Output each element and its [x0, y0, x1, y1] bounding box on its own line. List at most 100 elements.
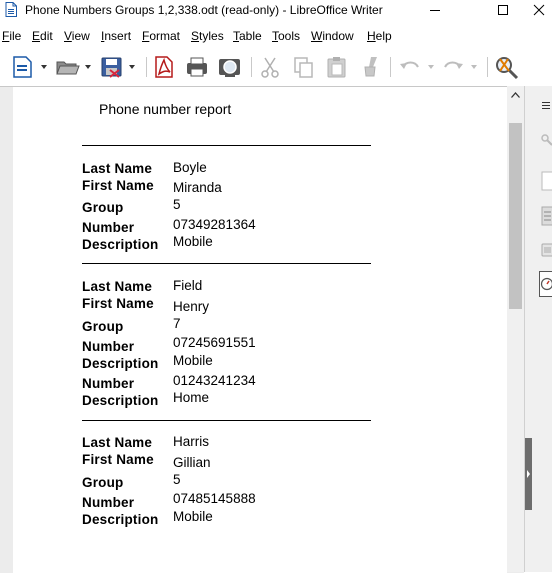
- cut-icon: [258, 54, 284, 80]
- standard-toolbar: [0, 50, 552, 84]
- copy-button[interactable]: [291, 54, 317, 80]
- number-label: Number: [82, 220, 134, 235]
- first-name-value: Henry: [173, 299, 209, 314]
- paste-icon: [324, 54, 350, 80]
- redo-icon: [441, 54, 481, 80]
- menu-help[interactable]: Help: [367, 29, 392, 43]
- window-title: Phone Numbers Groups 1,2,338.odt (read-o…: [25, 3, 383, 17]
- first-name-value: Miranda: [173, 180, 222, 195]
- menu-table[interactable]: Table: [233, 29, 262, 43]
- number-value: 01243241234: [173, 373, 256, 388]
- description-value: Mobile: [173, 353, 213, 368]
- undo-icon: [397, 54, 437, 80]
- scroll-up-arrow-icon[interactable]: [511, 92, 520, 98]
- print-icon: [184, 54, 210, 80]
- sidebar-menu-icon[interactable]: [541, 100, 551, 110]
- first-name-label: First Name: [82, 178, 154, 193]
- sidebar-deck: [524, 86, 552, 572]
- group-label: Group: [82, 475, 124, 490]
- group-value: 5: [173, 472, 181, 487]
- export-pdf-button[interactable]: [152, 54, 176, 80]
- document-page[interactable]: Phone number report Last Name Boyle Firs…: [13, 87, 507, 573]
- number-label: Number: [82, 495, 134, 510]
- menu-window[interactable]: Window: [311, 29, 354, 43]
- menu-bar: File Edit View Insert Format Styles Tabl…: [0, 26, 552, 46]
- gallery-icon[interactable]: [541, 242, 552, 258]
- sidebar-collapse-handle[interactable]: [525, 438, 532, 510]
- scrollbar-thumb[interactable]: [509, 123, 522, 309]
- toolbar-separator: [146, 57, 147, 77]
- new-document-button[interactable]: [10, 54, 50, 80]
- navigator-icon[interactable]: [539, 271, 552, 297]
- export-pdf-icon: [152, 54, 176, 80]
- paste-button[interactable]: [324, 54, 350, 80]
- writer-document-icon: [5, 2, 17, 17]
- vertical-scrollbar[interactable]: [507, 86, 524, 572]
- find-replace-icon: [494, 54, 520, 80]
- maximize-button[interactable]: [480, 0, 526, 22]
- number-label: Number: [82, 376, 134, 391]
- menu-styles[interactable]: Styles: [191, 29, 224, 43]
- open-folder-icon: [54, 54, 94, 80]
- number-value: 07245691551: [173, 335, 256, 350]
- description-value: Mobile: [173, 509, 213, 524]
- minimize-icon: [429, 4, 441, 16]
- record-divider: [82, 420, 371, 421]
- record-divider: [82, 263, 371, 264]
- open-button[interactable]: [54, 54, 94, 80]
- print-preview-button[interactable]: [216, 54, 244, 80]
- group-label: Group: [82, 200, 124, 215]
- copy-icon: [291, 54, 317, 80]
- toolbar-separator: [251, 57, 252, 77]
- first-name-label: First Name: [82, 296, 154, 311]
- number-value: 07485145888: [173, 491, 256, 506]
- menu-insert[interactable]: Insert: [101, 29, 131, 43]
- description-label: Description: [82, 393, 158, 408]
- number-label: Number: [82, 339, 134, 354]
- group-label: Group: [82, 319, 124, 334]
- description-label: Description: [82, 237, 158, 252]
- description-label: Description: [82, 356, 158, 371]
- description-value: Home: [173, 390, 209, 405]
- close-icon: [533, 4, 545, 16]
- last-name-value: Harris: [173, 434, 209, 449]
- description-value: Mobile: [173, 234, 213, 249]
- report-title: Phone number report: [99, 101, 231, 117]
- first-name-value: Gillian: [173, 455, 211, 470]
- title-bar: Phone Numbers Groups 1,2,338.odt (read-o…: [0, 0, 552, 22]
- chevron-right-icon: [525, 438, 532, 510]
- first-name-label: First Name: [82, 452, 154, 467]
- group-value: 5: [173, 197, 181, 212]
- print-button[interactable]: [184, 54, 210, 80]
- menu-format[interactable]: Format: [142, 29, 180, 43]
- maximize-icon: [497, 4, 509, 16]
- document-canvas: Phone number report Last Name Boyle Firs…: [0, 86, 524, 573]
- properties-icon[interactable]: [541, 134, 552, 146]
- description-label: Description: [82, 512, 158, 527]
- cut-button[interactable]: [258, 54, 284, 80]
- toolbar-separator: [390, 57, 391, 77]
- page-icon[interactable]: [541, 171, 552, 191]
- menu-file[interactable]: File: [2, 29, 21, 43]
- last-name-value: Boyle: [173, 160, 207, 175]
- last-name-value: Field: [173, 278, 202, 293]
- new-document-icon: [10, 54, 50, 80]
- toolbar-separator: [487, 57, 488, 77]
- menu-view[interactable]: View: [64, 29, 90, 43]
- record-divider: [82, 145, 371, 146]
- menu-tools[interactable]: Tools: [272, 29, 300, 43]
- styles-icon[interactable]: [541, 206, 552, 226]
- find-replace-button[interactable]: [494, 54, 520, 80]
- group-value: 7: [173, 316, 181, 331]
- last-name-label: Last Name: [82, 435, 152, 450]
- undo-button[interactable]: [397, 54, 437, 80]
- minimize-button[interactable]: [412, 0, 458, 22]
- menu-edit[interactable]: Edit: [32, 29, 53, 43]
- clone-formatting-button[interactable]: [357, 54, 383, 80]
- print-preview-icon: [216, 54, 244, 80]
- close-button[interactable]: [526, 0, 552, 22]
- last-name-label: Last Name: [82, 279, 152, 294]
- save-button[interactable]: [99, 54, 139, 80]
- redo-button[interactable]: [441, 54, 481, 80]
- clone-formatting-icon: [357, 54, 383, 80]
